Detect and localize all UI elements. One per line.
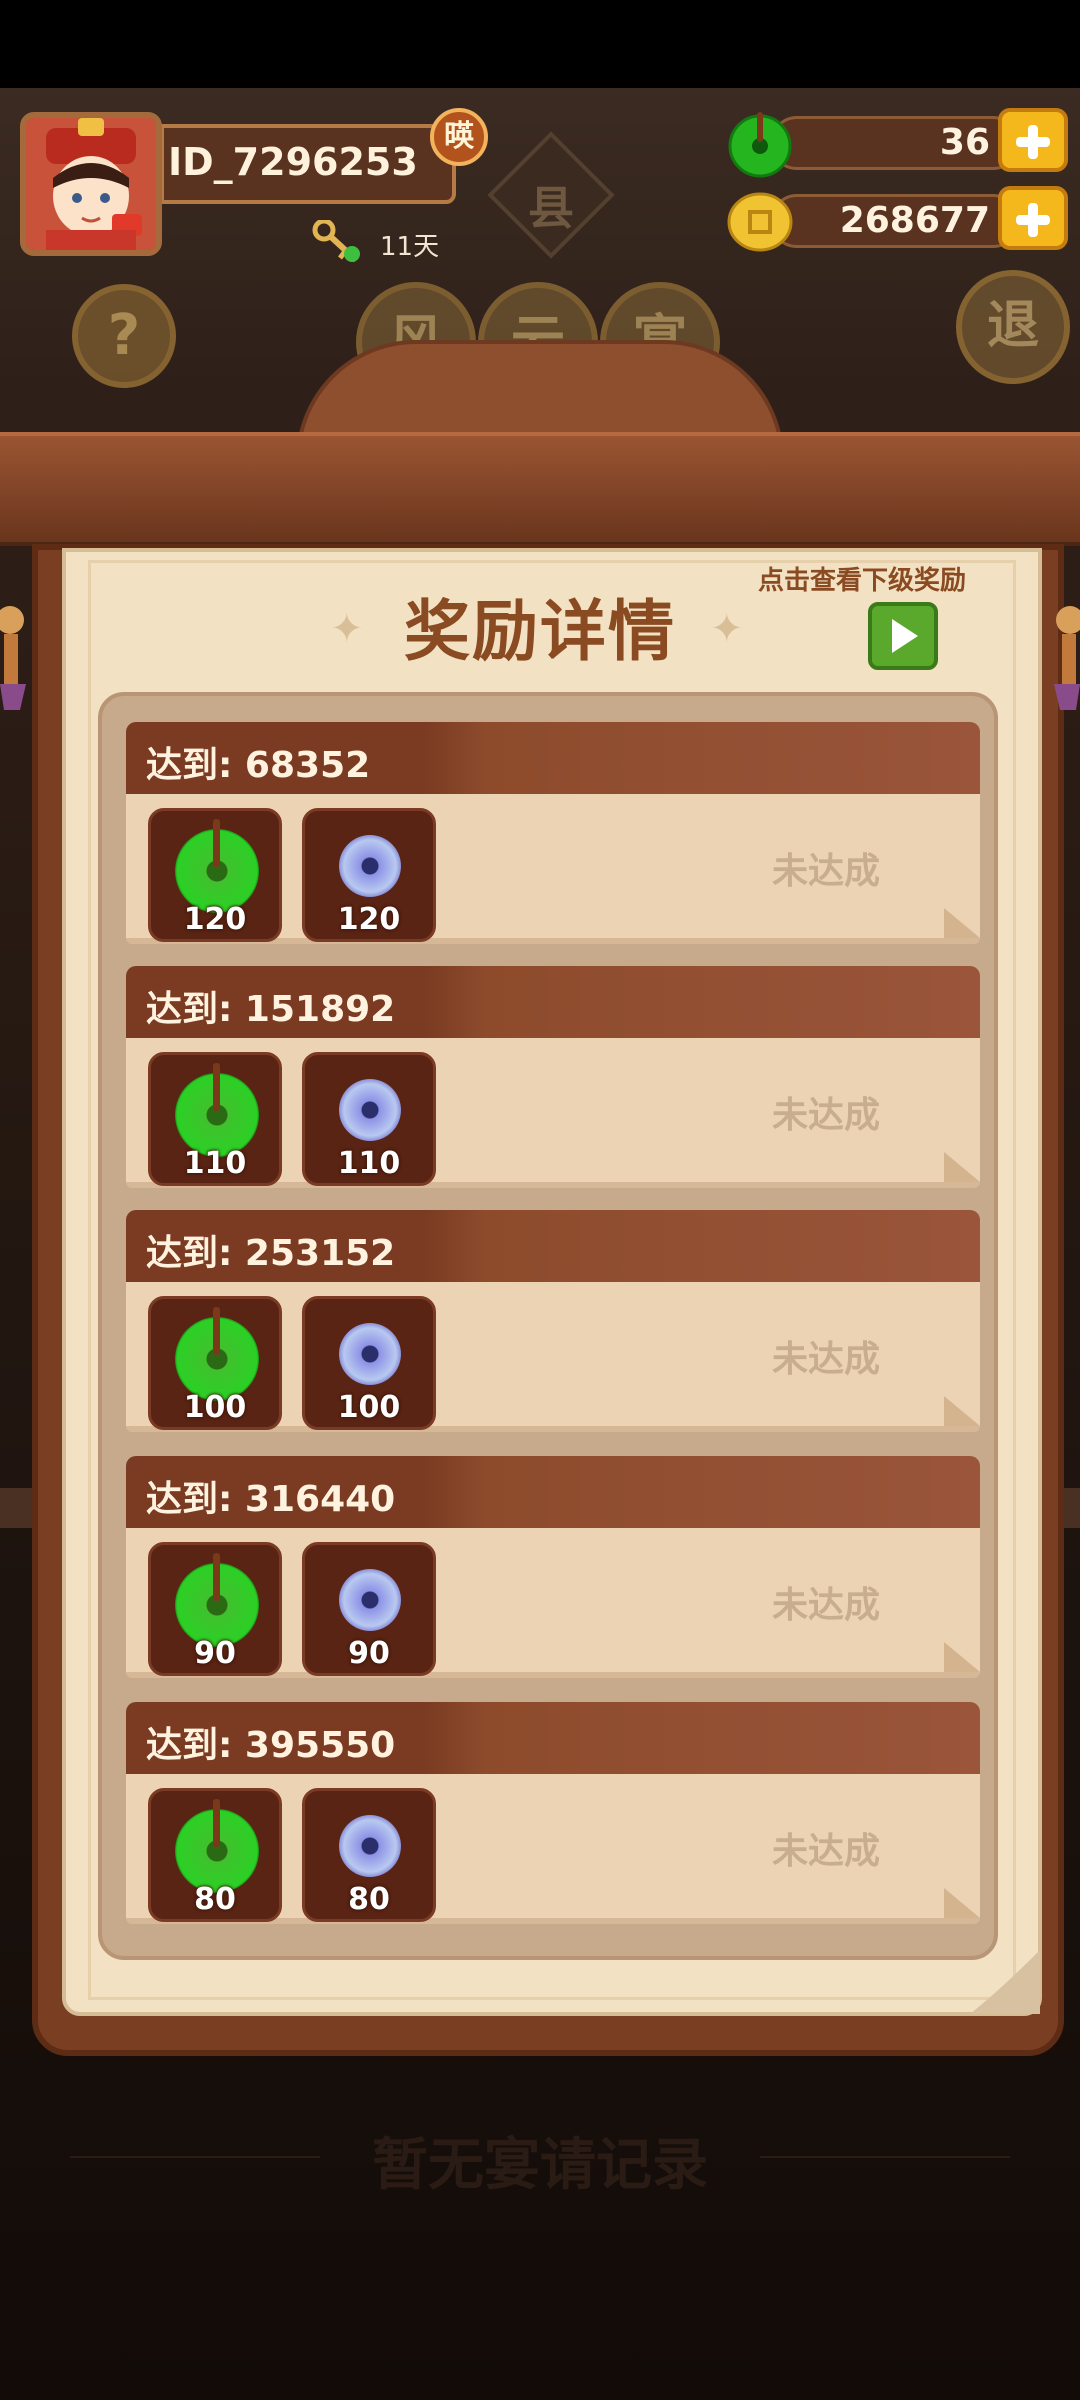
blue-jade-disc-icon	[339, 1815, 401, 1877]
key-icon	[312, 218, 366, 270]
green-jade-icon	[726, 110, 794, 178]
jade-string-icon	[213, 819, 220, 867]
divider-right	[760, 2156, 1010, 2158]
disc-reward-count: 90	[348, 1636, 390, 1671]
exit-button[interactable]: 退	[956, 270, 1070, 384]
jade-string-icon	[213, 1799, 220, 1847]
title-right-ornament-icon: ✦	[710, 606, 744, 652]
disc-reward-count: 120	[337, 902, 401, 937]
reward-row: 达到: 68352 120 120 未达成	[126, 722, 980, 950]
disc-reward-item[interactable]: 100	[302, 1296, 436, 1430]
reward-threshold: 达到: 68352	[146, 745, 371, 786]
help-button[interactable]: ?	[72, 284, 176, 388]
page-fold	[944, 1888, 980, 1918]
jade-reward-count: 120	[183, 902, 247, 937]
reward-status: 未达成	[772, 1095, 881, 1136]
county-badge: 暎	[430, 108, 488, 166]
frame-beam	[0, 432, 1080, 546]
blue-jade-disc-icon	[339, 1323, 401, 1385]
jade-reward-count: 110	[183, 1146, 247, 1181]
gold-coin-icon	[726, 186, 794, 254]
disc-reward-item[interactable]: 80	[302, 1788, 436, 1922]
reward-status: 未达成	[772, 1339, 881, 1380]
player-avatar[interactable]	[20, 112, 162, 256]
add-coin-button[interactable]	[998, 186, 1068, 250]
reward-row: 达到: 253152 100 100 未达成	[126, 1210, 980, 1438]
jade-reward-item[interactable]: 120	[148, 808, 282, 942]
reward-threshold: 达到: 151892	[146, 989, 396, 1030]
jade-string-icon	[213, 1553, 220, 1601]
reward-row: 达到: 395550 80 80 未达成	[126, 1702, 980, 1930]
disc-reward-item[interactable]: 110	[302, 1052, 436, 1186]
page-fold	[944, 908, 980, 938]
reward-status: 未达成	[772, 851, 881, 892]
reward-threshold: 达到: 395550	[146, 1725, 396, 1766]
jade-reward-item[interactable]: 80	[148, 1788, 282, 1922]
page-fold	[944, 1396, 980, 1426]
jade-reward-item[interactable]: 110	[148, 1052, 282, 1186]
jade-amount: 36	[939, 122, 990, 163]
coin-amount: 268677	[839, 200, 990, 241]
panel-corner-fold	[970, 1950, 1040, 2014]
player-id: ID_7296253	[168, 140, 418, 184]
disc-reward-item[interactable]: 90	[302, 1542, 436, 1676]
page-fold	[944, 1152, 980, 1182]
reward-status: 未达成	[772, 1585, 881, 1626]
reward-row: 达到: 316440 90 90 未达成	[126, 1456, 980, 1684]
play-icon	[892, 619, 918, 653]
disc-reward-count: 80	[348, 1882, 390, 1917]
disc-reward-count: 110	[337, 1146, 401, 1181]
jade-reward-count: 100	[183, 1390, 247, 1425]
add-jade-button[interactable]	[998, 108, 1068, 172]
jade-reward-count: 90	[194, 1636, 236, 1671]
reward-threshold: 达到: 316440	[146, 1479, 396, 1520]
disc-reward-count: 100	[337, 1390, 401, 1425]
jade-reward-count: 80	[194, 1882, 236, 1917]
blue-jade-disc-icon	[339, 1569, 401, 1631]
page-fold	[944, 1642, 980, 1672]
jade-string-icon	[213, 1307, 220, 1355]
blue-jade-disc-icon	[339, 1079, 401, 1141]
next-level-button[interactable]	[868, 602, 938, 670]
avatar-portrait-icon	[26, 118, 156, 250]
jade-reward-item[interactable]: 90	[148, 1542, 282, 1676]
reward-threshold: 达到: 253152	[146, 1233, 396, 1274]
disc-reward-item[interactable]: 120	[302, 808, 436, 942]
blue-jade-disc-icon	[339, 835, 401, 897]
reward-row: 达到: 151892 110 110 未达成	[126, 966, 980, 1194]
county-sign-label: 县	[528, 181, 574, 235]
jade-reward-item[interactable]: 100	[148, 1296, 282, 1430]
reward-status: 未达成	[772, 1831, 881, 1872]
days-remaining: 11天	[380, 232, 440, 262]
empty-record-text: 暂无宴请记录	[372, 2133, 708, 2198]
next-level-hint: 点击查看下级奖励	[758, 566, 967, 596]
jade-string-icon	[213, 1063, 220, 1111]
